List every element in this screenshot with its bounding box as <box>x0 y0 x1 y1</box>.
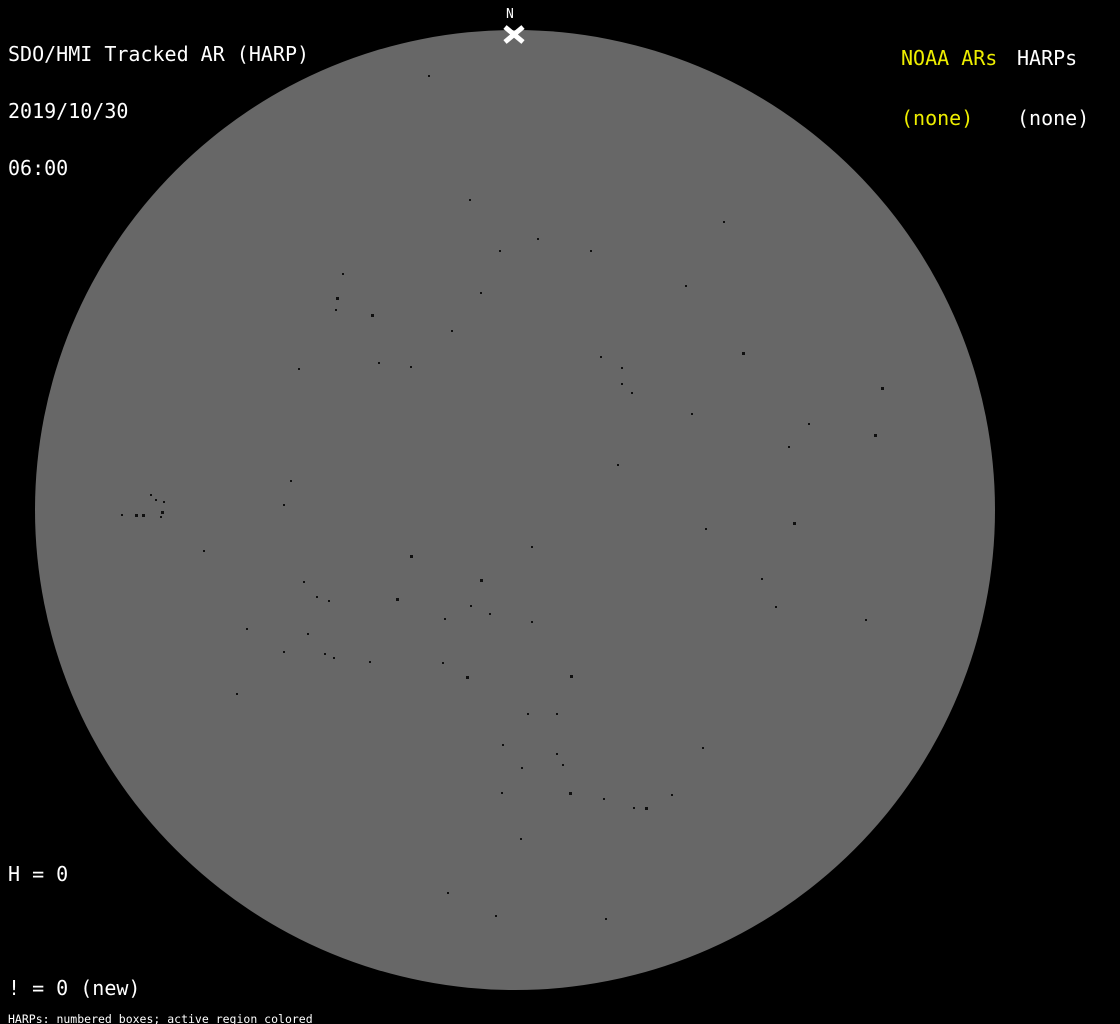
sunspot <box>527 713 529 715</box>
sunspot <box>121 514 123 516</box>
sunspot <box>290 480 292 482</box>
sunspot <box>775 606 777 608</box>
sunspot <box>617 464 619 466</box>
page-title: SDO/HMI Tracked AR (HARP) <box>8 42 310 66</box>
sunspot <box>336 297 339 300</box>
harps-block: HARPs (none) <box>1017 8 1089 168</box>
sunspot <box>621 367 623 369</box>
noaa-ars-block: NOAA ARs (none) <box>901 8 997 168</box>
sunspot <box>691 413 693 415</box>
sunspot <box>633 807 635 809</box>
sunspot <box>442 662 444 664</box>
sunspot <box>521 767 523 769</box>
sunspot <box>396 598 399 601</box>
sunspot <box>671 794 673 796</box>
sunspot <box>865 619 867 621</box>
sunspot <box>469 199 471 201</box>
sunspot <box>369 661 371 663</box>
sunspot <box>150 494 152 496</box>
sunspot <box>451 330 453 332</box>
sunspot <box>742 352 745 355</box>
title-block: SDO/HMI Tracked AR (HARP) 2019/10/30 06:… <box>8 7 309 216</box>
sunspot <box>562 764 564 766</box>
sunspot <box>303 581 305 583</box>
sunspot <box>480 579 483 582</box>
sunspot <box>283 651 285 653</box>
sunspot <box>556 713 558 715</box>
observation-time: 06:00 <box>8 156 69 180</box>
sunspot <box>600 356 602 358</box>
sunspot <box>489 613 491 615</box>
legend-spacer <box>8 922 237 941</box>
sunspot <box>444 618 446 620</box>
sunspot <box>160 516 162 518</box>
sunspot <box>645 807 648 810</box>
sunspot <box>556 753 558 755</box>
sunspot <box>307 633 309 635</box>
sunspot <box>470 605 472 607</box>
sunspot <box>371 314 374 317</box>
sunspot <box>502 744 504 746</box>
sunspot <box>466 676 469 679</box>
sunspot <box>163 501 165 503</box>
noaa-ars-label: NOAA ARs <box>901 46 998 70</box>
sunspot <box>480 292 482 294</box>
footer-line-1: HARPs: numbered boxes; active region col… <box>8 1012 313 1024</box>
sunspot <box>298 368 300 370</box>
sunspot <box>808 423 810 425</box>
sunspot <box>316 596 318 598</box>
sunspot <box>283 504 285 506</box>
sunspot <box>328 600 330 602</box>
sunspot <box>236 693 238 695</box>
sunspot <box>881 387 884 390</box>
sunspot <box>761 578 763 580</box>
sunspot <box>333 657 335 659</box>
sunspot <box>495 915 497 917</box>
sunspot <box>335 309 337 311</box>
sunspot <box>570 675 573 678</box>
harps-label: HARPs <box>1017 46 1078 70</box>
sunspot <box>203 550 205 552</box>
sunspot <box>793 522 796 525</box>
sunspot <box>410 366 412 368</box>
sunspot <box>447 892 449 894</box>
sunspot <box>501 792 503 794</box>
sunspot <box>161 511 164 514</box>
sunspot <box>324 653 326 655</box>
sunspot <box>428 75 430 77</box>
sunspot <box>520 838 522 840</box>
sunspot <box>788 446 790 448</box>
sunspot <box>874 434 877 437</box>
sunspot <box>723 221 725 223</box>
sunspot <box>378 362 380 364</box>
north-cross-icon <box>503 25 525 44</box>
sunspot <box>499 250 501 252</box>
north-label: N <box>506 7 514 22</box>
sunspot <box>537 238 539 240</box>
sunspot <box>605 918 607 920</box>
sunspot <box>631 392 633 394</box>
sunspot <box>135 514 138 517</box>
sunspot <box>155 499 157 501</box>
harp-tracking-plot: SDO/HMI Tracked AR (HARP) 2019/10/30 06:… <box>0 0 1120 1024</box>
legend-harp-count: H = 0 <box>8 862 69 886</box>
sunspot <box>685 285 687 287</box>
sunspot <box>246 628 248 630</box>
sunspot <box>569 792 572 795</box>
sunspot <box>603 798 605 800</box>
sunspot <box>531 546 533 548</box>
sunspot <box>621 383 623 385</box>
sunspot <box>590 250 592 252</box>
sunspot <box>531 621 533 623</box>
footer-notes: HARPs: numbered boxes; active region col… <box>8 989 410 1024</box>
sunspot <box>342 273 344 275</box>
sunspot <box>705 528 707 530</box>
observation-date: 2019/10/30 <box>8 99 129 123</box>
sunspot <box>142 514 145 517</box>
noaa-ars-value: (none) <box>901 106 974 130</box>
harps-value: (none) <box>1017 106 1090 130</box>
sunspot <box>410 555 413 558</box>
sunspot <box>702 747 704 749</box>
